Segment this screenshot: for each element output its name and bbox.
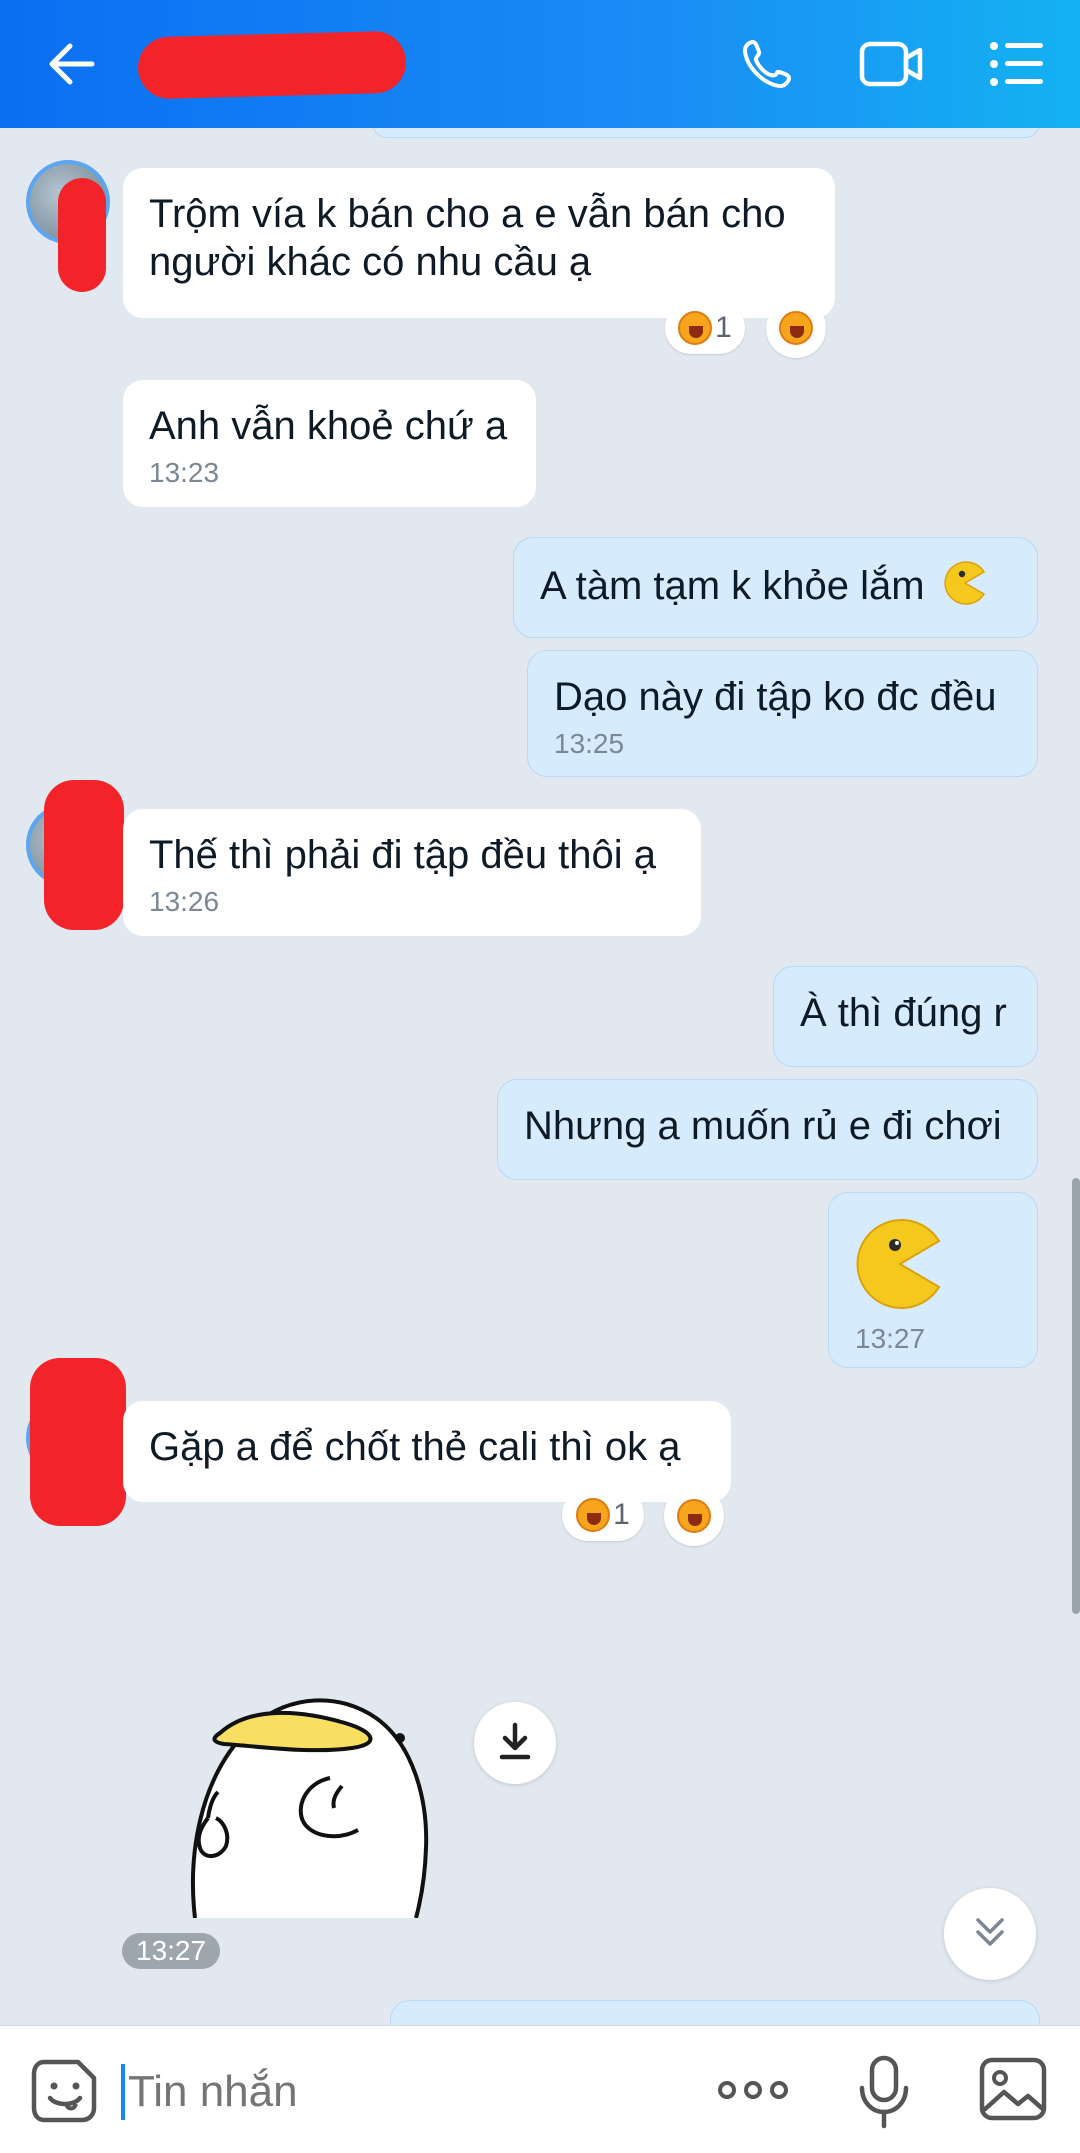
- pacman-emoji-icon: [855, 1219, 1011, 1320]
- reaction-count-badge[interactable]: 1: [665, 302, 745, 354]
- message-time: 13:26: [149, 886, 220, 917]
- message-text: Gặp a để chốt thẻ cali thì ok ạ: [149, 1425, 681, 1469]
- laughing-emoji-icon: [779, 311, 813, 345]
- video-camera-icon[interactable]: [850, 24, 934, 104]
- duck-sticker[interactable]: [180, 1658, 460, 1919]
- laughing-emoji-icon: [677, 1499, 711, 1533]
- outgoing-message[interactable]: Nhưng a muốn rủ e đi chơi: [497, 1079, 1038, 1180]
- avatar-redaction: [58, 178, 106, 292]
- scrollbar[interactable]: [1072, 1178, 1080, 1614]
- download-button[interactable]: [474, 1702, 556, 1784]
- more-options-icon[interactable]: [716, 2074, 790, 2106]
- message-input[interactable]: [126, 2056, 690, 2128]
- message-text: Anh vẫn khoẻ chứ a: [149, 404, 508, 448]
- menu-list-icon[interactable]: [975, 24, 1059, 104]
- laughing-emoji-icon: [678, 311, 713, 345]
- message-time: 13:25: [554, 728, 625, 759]
- sticker-time: 13:27: [122, 1933, 221, 1969]
- message-text: A tàm tạm k khỏe lắm: [540, 564, 925, 609]
- pacman-emoji-icon: [942, 560, 988, 617]
- message-text: Dạo này đi tập ko đc đều: [554, 675, 997, 719]
- chat-header: [0, 0, 1080, 128]
- message-list[interactable]: Trộm vía k bán cho a e vẫn bán cho người…: [0, 128, 1080, 2025]
- arrow-left-icon[interactable]: [30, 24, 114, 104]
- message-time: 13:27: [855, 1323, 926, 1354]
- double-chevron-down-icon: [970, 1912, 1010, 1957]
- avatar-redaction: [30, 1358, 126, 1526]
- message-composer: [0, 2025, 1080, 2153]
- microphone-icon[interactable]: [854, 2054, 914, 2130]
- laughing-emoji-icon: [576, 1498, 611, 1532]
- incoming-message[interactable]: Gặp a để chốt thẻ cali thì ok ạ: [123, 1401, 731, 1502]
- message-text: À thì đúng r: [800, 991, 1007, 1035]
- download-icon: [497, 1721, 533, 1766]
- sticker-icon[interactable]: [30, 2056, 100, 2126]
- message-text: Nhưng a muốn rủ e đi chơi: [524, 1104, 1002, 1148]
- message-time: 13:23: [149, 457, 220, 488]
- message-text: Thế thì phải đi tập đều thôi ạ: [149, 833, 657, 877]
- text-cursor: [121, 2064, 125, 2120]
- incoming-message[interactable]: Anh vẫn khoẻ chứ a 13:23: [123, 380, 536, 507]
- outgoing-message[interactable]: 13:27: [828, 1192, 1038, 1368]
- add-reaction-button[interactable]: [766, 298, 826, 358]
- reaction-count-badge[interactable]: 1: [562, 1489, 644, 1541]
- partial-message-bubble: [390, 2000, 1040, 2025]
- scroll-to-bottom-button[interactable]: [944, 1888, 1036, 1980]
- contact-name-redaction: [137, 30, 407, 100]
- message-text: Trộm vía k bán cho a e vẫn bán cho người…: [149, 192, 786, 284]
- incoming-message[interactable]: Trộm vía k bán cho a e vẫn bán cho người…: [123, 168, 835, 318]
- outgoing-message[interactable]: Dạo này đi tập ko đc đều 13:25: [527, 650, 1038, 777]
- image-icon[interactable]: [978, 2056, 1048, 2122]
- add-reaction-button[interactable]: [664, 1486, 724, 1546]
- avatar-redaction: [44, 780, 124, 930]
- partial-message-bubble: [372, 128, 1040, 138]
- outgoing-message[interactable]: A tàm tạm k khỏe lắm: [513, 537, 1038, 638]
- phone-icon[interactable]: [725, 24, 809, 104]
- incoming-message[interactable]: Thế thì phải đi tập đều thôi ạ 13:26: [123, 809, 701, 936]
- outgoing-message[interactable]: À thì đúng r: [773, 966, 1038, 1067]
